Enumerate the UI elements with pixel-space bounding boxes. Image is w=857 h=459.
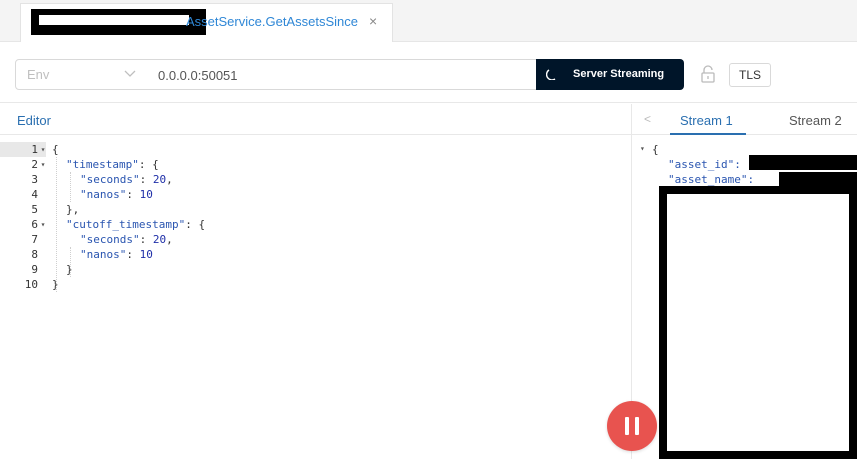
close-icon[interactable]: × <box>369 13 377 29</box>
json-key-asset-name: "asset_name": <box>668 173 761 186</box>
address-field[interactable] <box>148 59 538 90</box>
code-line: 4 "nanos": 10 <box>31 188 153 201</box>
spinner-icon <box>546 69 556 80</box>
code-line: 3 "seconds": 20, <box>31 173 173 186</box>
pause-button[interactable] <box>607 401 657 451</box>
code-line: 10 } <box>24 278 59 291</box>
toolbar: Env Server Streaming TLS <box>0 43 857 103</box>
fold-toggle[interactable]: ▾ <box>38 157 48 172</box>
address-input[interactable] <box>158 66 528 84</box>
code-editor[interactable]: 1 ▾ { 2 ▾ "timestamp": { 3 "seconds": 20… <box>0 142 631 292</box>
code-line: 6 ▾ "cutoff_timestamp": { <box>31 217 206 232</box>
tab-stream-2[interactable]: Stream 2 <box>789 113 842 128</box>
code-line: 7 "seconds": 20, <box>31 233 173 246</box>
code-line: 1 ▾ { <box>0 142 59 157</box>
tls-button[interactable]: TLS <box>729 63 771 87</box>
fold-toggle[interactable]: ▾ <box>38 217 48 232</box>
editor-title: Editor <box>17 113 51 128</box>
stream-response-viewer: ▾ { "asset_id": "asset_name": <box>632 142 857 459</box>
tab-stream-1[interactable]: Stream 1 <box>680 113 733 128</box>
code-line: 8 "nanos": 10 <box>31 248 153 261</box>
code-line: 2 ▾ "timestamp": { <box>31 157 159 172</box>
active-tab-indicator <box>670 133 746 135</box>
code-line: 9 } <box>31 263 73 276</box>
stream-tabs: < Stream 1 Stream 2 <box>632 104 857 135</box>
tab-bar: AssetService.GetAssetsSince × <box>0 0 857 42</box>
request-tab[interactable]: AssetService.GetAssetsSince × <box>20 3 393 42</box>
chevron-down-icon <box>124 70 136 77</box>
fold-toggle[interactable]: ▾ <box>38 142 48 157</box>
fold-toggle[interactable]: ▾ <box>640 144 645 153</box>
tab-title[interactable]: AssetService.GetAssetsSince <box>186 14 358 29</box>
server-streaming-button[interactable]: Server Streaming <box>536 59 684 90</box>
code-line: 5 }, <box>31 203 80 216</box>
unlock-icon[interactable] <box>700 65 716 83</box>
editor-header: Editor <box>0 104 631 135</box>
stream-button-label: Server Streaming <box>573 68 665 80</box>
json-brace: { <box>652 143 659 156</box>
redacted-block <box>749 155 857 170</box>
json-key-asset-id: "asset_id": <box>668 158 748 171</box>
env-placeholder: Env <box>27 67 50 82</box>
chevron-left-icon[interactable]: < <box>644 112 651 126</box>
redacted-block <box>659 186 857 459</box>
redacted-block <box>779 172 857 187</box>
env-select[interactable]: Env <box>15 59 149 90</box>
redacted-block <box>31 9 206 35</box>
